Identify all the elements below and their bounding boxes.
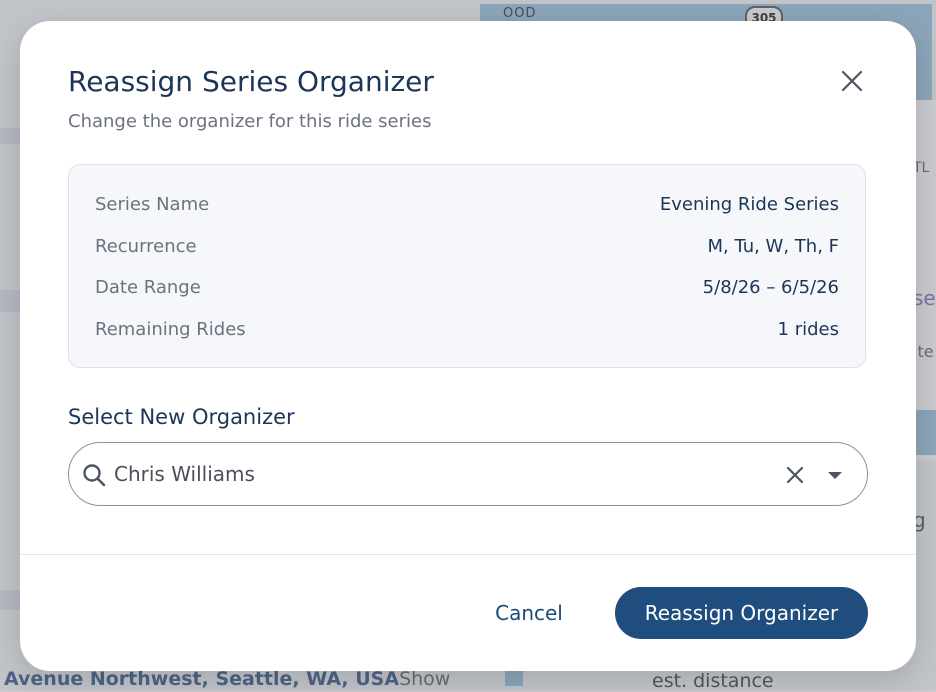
footer-divider (20, 554, 916, 555)
detail-row-date-range: Date Range 5/8/26 – 6/5/26 (95, 275, 839, 299)
search-icon (83, 464, 106, 487)
detail-row-recurrence: Recurrence M, Tu, W, Th, F (95, 234, 839, 258)
detail-label: Recurrence (95, 235, 197, 257)
cancel-button[interactable]: Cancel (472, 587, 586, 639)
close-button[interactable] (832, 61, 872, 101)
dropdown-toggle-button[interactable] (821, 461, 849, 489)
select-organizer-label: Select New Organizer (68, 405, 295, 429)
detail-label: Series Name (95, 193, 210, 215)
chevron-down-icon (828, 472, 842, 479)
detail-label: Date Range (95, 276, 201, 298)
detail-value: M, Tu, W, Th, F (707, 235, 839, 257)
organizer-search-input[interactable] (114, 457, 754, 491)
close-icon (841, 70, 863, 92)
detail-value: 5/8/26 – 6/5/26 (702, 276, 839, 298)
detail-value: 1 rides (777, 318, 839, 340)
reassign-organizer-button[interactable]: Reassign Organizer (615, 587, 868, 639)
dialog-title: Reassign Series Organizer (68, 65, 434, 98)
clear-icon (786, 466, 804, 484)
detail-row-remaining-rides: Remaining Rides 1 rides (95, 317, 839, 341)
reassign-organizer-dialog: Reassign Series Organizer Change the org… (20, 21, 916, 671)
organizer-autocomplete[interactable] (68, 442, 868, 506)
clear-button[interactable] (781, 461, 809, 489)
dialog-subtitle: Change the organizer for this ride serie… (68, 111, 432, 132)
detail-label: Remaining Rides (95, 318, 246, 340)
series-details-card: Series Name Evening Ride Series Recurren… (68, 164, 866, 368)
detail-row-series-name: Series Name Evening Ride Series (95, 192, 839, 216)
detail-value: Evening Ride Series (659, 193, 839, 215)
